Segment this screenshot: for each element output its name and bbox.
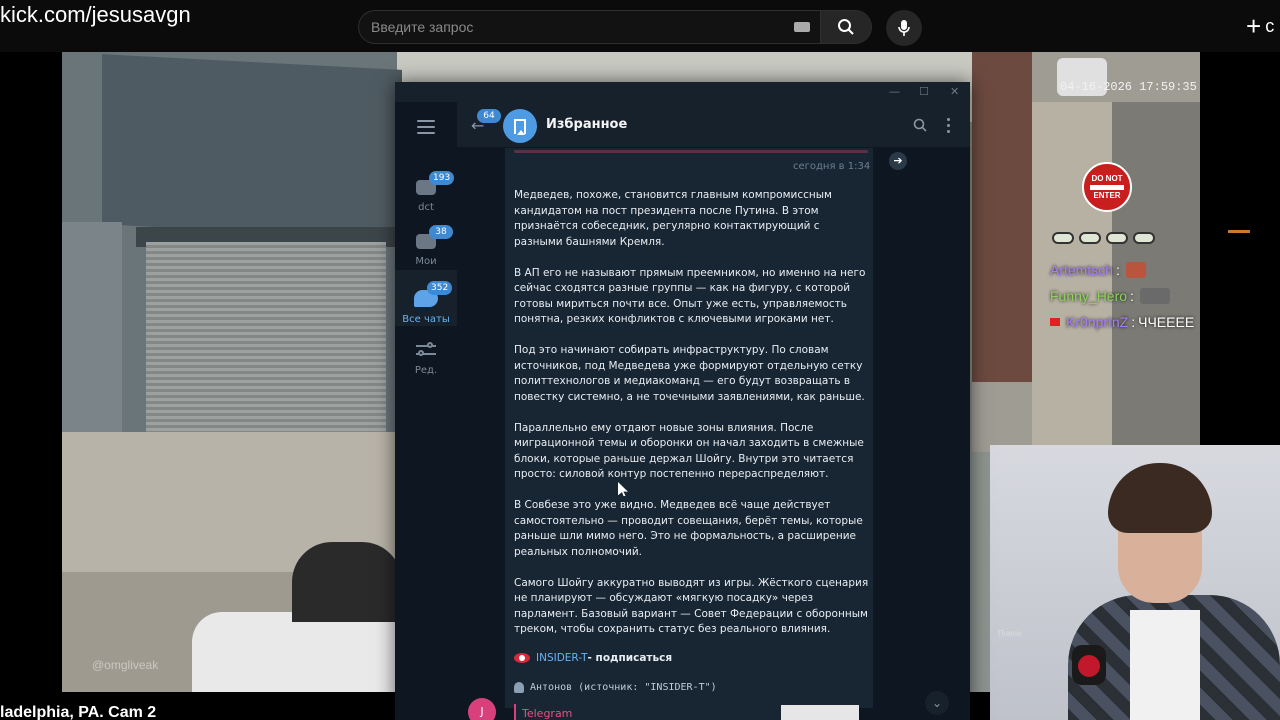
sender-avatar[interactable]: J bbox=[468, 698, 496, 720]
chat-text: ЧЧЕЕЕЕ bbox=[1138, 314, 1195, 330]
search-bar[interactable] bbox=[358, 10, 820, 44]
chat-username[interactable]: Funny_Hero bbox=[1050, 288, 1127, 304]
chat-message: Kr0nprInZ : ЧЧЕЕЕЕ bbox=[1050, 314, 1194, 330]
building-right bbox=[972, 52, 1032, 382]
unread-badge: 352 bbox=[427, 281, 453, 295]
chat-separator: : bbox=[1116, 262, 1120, 278]
message-paragraph: Под это начинают собирать инфраструктуру… bbox=[514, 344, 865, 403]
telegram-window: — ☐ ✕ 193 dct 38 Мои друзья 352 Все чаты bbox=[395, 82, 970, 720]
streamer-webcam: Пчела bbox=[990, 445, 1280, 720]
emote-icon bbox=[1052, 232, 1074, 244]
garage-shutter bbox=[146, 242, 386, 442]
maximize-button[interactable]: ☐ bbox=[919, 85, 929, 98]
subscribe-line: INSIDER-T - подписаться bbox=[514, 651, 672, 665]
sign-bar bbox=[1090, 184, 1124, 190]
mic-logo-icon bbox=[1078, 655, 1100, 677]
folder-edit[interactable]: Ред. bbox=[395, 332, 457, 380]
sign-text-top: DO NOT bbox=[1091, 173, 1123, 183]
site-topbar: kick.com/jesusavgn + c bbox=[0, 0, 1280, 52]
chat-emote-icon bbox=[1139, 288, 1170, 304]
search-icon[interactable] bbox=[913, 118, 927, 132]
channel-url: kick.com/jesusavgn bbox=[0, 2, 191, 27]
folder-all-chats[interactable]: 352 Все чаты bbox=[395, 270, 457, 326]
window-titlebar: — ☐ ✕ bbox=[395, 82, 970, 102]
keyboard-icon[interactable] bbox=[794, 22, 810, 32]
back-unread-badge: 64 bbox=[477, 109, 501, 123]
chat-username[interactable]: Kr0nprInZ bbox=[1066, 314, 1128, 330]
chat-separator: : bbox=[1131, 314, 1136, 330]
chat-message: Artemtsch : bbox=[1050, 262, 1146, 278]
emote-icon bbox=[1133, 232, 1155, 244]
mic-icon bbox=[898, 20, 910, 36]
mic-arm-label: Пчела bbox=[998, 629, 1022, 638]
link-preview-thumbnail[interactable] bbox=[781, 705, 859, 720]
chat-message: Funny_Hero : bbox=[1050, 288, 1170, 304]
message-time: сегодня в 1:34 bbox=[793, 161, 871, 172]
scroll-down-button[interactable]: ⌄ bbox=[925, 691, 949, 715]
source-text: Антонов (источник: "INSIDER-T") bbox=[530, 682, 717, 693]
folder-label: Все чаты bbox=[402, 314, 450, 325]
chat-username[interactable]: Artemtsch bbox=[1050, 262, 1113, 278]
folder-label: Ред. bbox=[414, 365, 438, 376]
eye-icon bbox=[514, 653, 530, 663]
roof-box bbox=[292, 542, 402, 622]
folder-dct[interactable]: 193 dct bbox=[395, 160, 457, 214]
flag-icon bbox=[1050, 318, 1060, 326]
next-message-sender: Telegram bbox=[522, 707, 573, 720]
source-line: Антонов (источник: "INSIDER-T") bbox=[514, 682, 717, 693]
message-paragraph: Параллельно ему отдают новые зоны влияни… bbox=[514, 421, 864, 481]
folder-rail: 193 dct 38 Мои друзья 352 Все чаты Ред. bbox=[395, 102, 457, 720]
emote-icon bbox=[1079, 232, 1101, 244]
folder-label: dct bbox=[418, 202, 434, 213]
message-divider bbox=[514, 150, 868, 153]
insider-link[interactable]: INSIDER-T bbox=[536, 651, 588, 665]
white-car bbox=[192, 612, 402, 692]
do-not-enter-sign: DO NOT ENTER bbox=[1082, 162, 1132, 212]
sign-text-bottom: ENTER bbox=[1093, 190, 1121, 200]
search-input[interactable] bbox=[371, 11, 771, 43]
unread-badge: 193 bbox=[429, 171, 455, 185]
subscribe-text: - подписаться bbox=[587, 652, 673, 664]
message-paragraph: В Совбезе это уже видно. Медведев всё ча… bbox=[514, 499, 863, 558]
create-label: c bbox=[1265, 15, 1275, 36]
bookmark-icon bbox=[514, 118, 526, 135]
building-upper-wall bbox=[102, 54, 402, 240]
more-options-icon[interactable] bbox=[947, 118, 951, 136]
message-paragraph: Медведев, похоже, становится главным ком… bbox=[514, 189, 832, 248]
chat-emote-icon bbox=[1125, 262, 1146, 278]
chat-folder-icon: 38 bbox=[416, 225, 453, 249]
chats-icon: 352 bbox=[414, 281, 453, 307]
menu-icon[interactable] bbox=[417, 120, 435, 134]
search-icon bbox=[838, 19, 854, 35]
chat-folder-icon: 193 bbox=[416, 171, 455, 195]
chat-title[interactable]: Избранное bbox=[546, 117, 627, 132]
camera-watermark: @omgliveak bbox=[92, 658, 159, 672]
message-text: Медведев, похоже, становится главным ком… bbox=[514, 188, 870, 653]
stream-chat-overlay: Artemtsch : Funny_Hero : Kr0nprInZ : ЧЧЕ… bbox=[1050, 232, 1210, 330]
close-button[interactable]: ✕ bbox=[950, 85, 959, 98]
minimize-button[interactable]: — bbox=[889, 85, 900, 98]
voice-search-button[interactable] bbox=[886, 10, 922, 46]
create-button[interactable]: + c bbox=[1246, 11, 1275, 41]
emote-row bbox=[1052, 232, 1210, 244]
user-icon bbox=[514, 682, 524, 693]
unread-badge: 38 bbox=[429, 225, 453, 239]
overlay-marker bbox=[1228, 230, 1250, 233]
chat-separator: : bbox=[1130, 288, 1134, 304]
emote-icon bbox=[1106, 232, 1128, 244]
camera-timestamp: 04-16-2026 17:59:35 bbox=[1060, 80, 1197, 94]
saved-messages-avatar[interactable] bbox=[503, 109, 537, 143]
camera-caption: ladelphia, PA. Cam 2 bbox=[0, 704, 157, 720]
forward-icon[interactable]: ➔ bbox=[889, 152, 907, 170]
search-button[interactable] bbox=[820, 10, 872, 44]
streamer-tshirt bbox=[1130, 610, 1200, 720]
message-paragraph: Самого Шойгу аккуратно выводят из игры. … bbox=[514, 576, 869, 636]
message-paragraph: В АП его не называют прямым преемником, … bbox=[514, 266, 866, 326]
edit-folders-icon bbox=[416, 342, 436, 358]
plus-icon: + bbox=[1246, 11, 1262, 41]
